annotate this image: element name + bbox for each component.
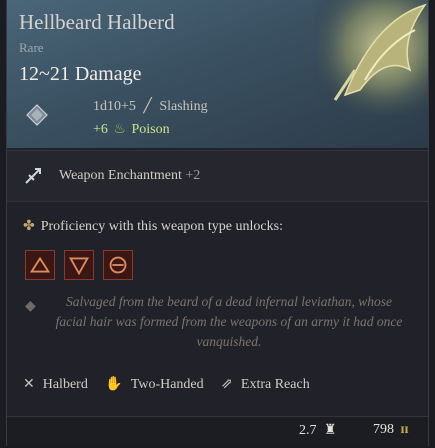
enchantment-text: Weapon Enchantment +2: [59, 168, 200, 184]
item-price: 798 ɪɪ: [373, 422, 409, 437]
weight-icon: ♜: [324, 423, 337, 438]
proficiency-actions: [25, 250, 138, 284]
item-tooltip: Hellbeard Halberd Rare 12~21 Damage 1d10…: [6, 0, 429, 446]
enchantment-icon: [25, 168, 41, 184]
bonus-type: Poison: [131, 122, 170, 137]
enchantment-label: Weapon Enchantment: [59, 168, 182, 183]
reach-icon: ⇗: [221, 377, 233, 392]
tooltip-footer: 2.7 ♜ 798 ɪɪ: [7, 416, 428, 446]
poison-icon: ♨: [113, 122, 126, 137]
proficiency-icon: ✤: [23, 219, 35, 234]
gold-coin-icon: ɪɪ: [400, 422, 409, 437]
trait-halberd: ✕ Halberd: [23, 377, 88, 392]
halberd-art-icon: [315, 0, 428, 115]
lore-icon: ◆: [25, 299, 36, 314]
trait-two-handed: ✋ Two-Handed: [105, 377, 204, 392]
halberd-icon: ✕: [23, 377, 35, 392]
item-description: Salvaged from the beard of a dead infern…: [55, 294, 403, 349]
trait-extra-reach: ⇗ Extra Reach: [221, 377, 310, 392]
item-damage: 12~21 Damage: [19, 63, 142, 85]
damage-dice-line: 1d10+5 ╱ Slashing: [93, 98, 208, 115]
tooltip-header: Hellbeard Halberd Rare 12~21 Damage 1d10…: [7, 0, 428, 148]
item-traits: ✕ Halberd ✋ Two-Handed ⇗ Extra Reach: [23, 376, 324, 393]
item-name: Hellbeard Halberd: [19, 10, 175, 34]
damage-dice: 1d10+5: [93, 99, 136, 114]
bonus-damage-line: +6 ♨ Poison: [93, 121, 170, 138]
bonus-value: +6: [93, 122, 108, 137]
item-weight: 2.7 ♜: [299, 423, 337, 438]
proficiency-title: ✤ Proficiency with this weapon type unloc…: [23, 219, 283, 234]
damage-die-icon: [26, 104, 48, 126]
weapon-action-icon[interactable]: [103, 250, 133, 280]
enchantment-row: Weapon Enchantment +2: [7, 150, 428, 202]
damage-type: Slashing: [159, 99, 208, 114]
item-rarity: Rare: [19, 40, 44, 55]
slash-icon: ╱: [143, 99, 152, 114]
weapon-action-icon[interactable]: [25, 250, 55, 280]
enchantment-value: +2: [185, 168, 201, 183]
two-handed-icon: ✋: [105, 377, 123, 392]
weapon-action-icon[interactable]: [64, 250, 94, 280]
